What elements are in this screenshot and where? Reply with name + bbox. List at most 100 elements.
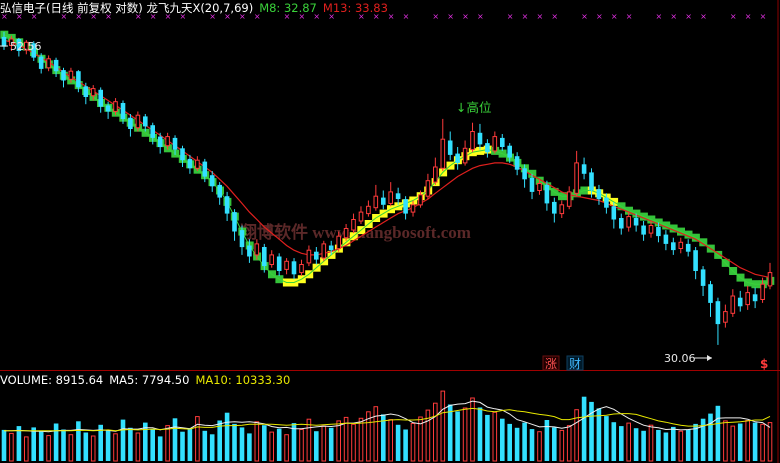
candle-body bbox=[351, 219, 356, 231]
volume-bar bbox=[247, 433, 252, 461]
candle-body bbox=[604, 197, 609, 208]
candle-body bbox=[529, 177, 535, 192]
volume-bar bbox=[83, 432, 89, 461]
candle-body bbox=[693, 250, 698, 271]
volume-bar bbox=[752, 422, 758, 461]
volume-bar bbox=[656, 429, 661, 461]
signal-marker: × bbox=[670, 12, 677, 21]
candle-body bbox=[358, 211, 364, 222]
volume-bar bbox=[485, 414, 490, 461]
volume-bar bbox=[224, 412, 230, 461]
volume-bar bbox=[209, 434, 215, 461]
volume-bar bbox=[522, 422, 527, 461]
candle-body bbox=[157, 136, 163, 147]
candle-body bbox=[447, 140, 453, 155]
volume-bar bbox=[604, 416, 609, 461]
volume-bar bbox=[150, 429, 155, 461]
candle-body bbox=[105, 105, 111, 112]
corner-dollar-icon: $ bbox=[760, 357, 768, 371]
volume-bar bbox=[120, 419, 126, 461]
candle-body bbox=[745, 292, 751, 306]
signal-marker: × bbox=[403, 12, 410, 21]
candle-body bbox=[128, 117, 133, 129]
candle-body bbox=[626, 216, 632, 228]
candle-body bbox=[462, 147, 468, 164]
candle-body bbox=[239, 230, 245, 248]
volume-bar bbox=[611, 422, 617, 461]
candle-body bbox=[343, 228, 349, 239]
signal-marker: × bbox=[596, 12, 603, 21]
candle-body bbox=[514, 156, 520, 170]
volume-bar bbox=[105, 430, 111, 461]
candle-body bbox=[440, 138, 446, 169]
volume-bar bbox=[1, 429, 7, 461]
candle-body bbox=[552, 201, 557, 214]
candle-body bbox=[715, 301, 721, 325]
volume-bar bbox=[76, 421, 81, 461]
candle-body bbox=[574, 162, 579, 194]
candle-body bbox=[143, 116, 148, 127]
candle-body bbox=[403, 199, 408, 214]
volume-bar bbox=[619, 426, 624, 461]
candle-body bbox=[685, 243, 691, 252]
candle-body bbox=[232, 212, 237, 232]
candle-body bbox=[455, 153, 460, 163]
candle-body bbox=[559, 204, 565, 215]
volume-header: VOLUME: 8915.64 MA5: 7794.50 MA10: 10333.3… bbox=[0, 372, 296, 388]
candle-body bbox=[410, 204, 416, 213]
candle-body bbox=[500, 137, 505, 147]
candle-body bbox=[38, 56, 44, 69]
high-price-label: 52.56 bbox=[10, 40, 42, 53]
candle-body bbox=[165, 136, 170, 147]
volume-bar bbox=[685, 429, 691, 461]
volume-bar bbox=[38, 431, 44, 461]
candle-body bbox=[388, 191, 393, 204]
volume-bar bbox=[53, 423, 59, 461]
volume-bar bbox=[552, 427, 557, 461]
volume-bar bbox=[447, 404, 453, 461]
candle-body bbox=[678, 241, 684, 250]
candle-body bbox=[760, 283, 765, 301]
candle-body bbox=[589, 172, 594, 191]
signal-marker: × bbox=[462, 12, 469, 21]
candle-body bbox=[381, 197, 386, 205]
volume-bar bbox=[633, 428, 639, 461]
signal-marker: × bbox=[432, 12, 439, 21]
signal-marker: × bbox=[685, 12, 692, 21]
candle-body bbox=[284, 260, 289, 270]
volume-bar bbox=[500, 418, 505, 461]
kline-chart[interactable]: × × × × × × × × × × × × × × × × × × × × × × × × × × × × × × × × × × × × × × × ×… bbox=[0, 0, 780, 463]
candle-body bbox=[566, 191, 572, 207]
volume-bar bbox=[507, 423, 512, 461]
volume-bar bbox=[314, 431, 319, 461]
candle-body bbox=[470, 131, 475, 151]
volume-bar bbox=[671, 426, 676, 461]
signal-marker: × bbox=[581, 12, 588, 21]
ma5-value: MA5: 7794.50 bbox=[109, 373, 190, 387]
low-price-label: 30.06 bbox=[664, 352, 696, 365]
volume-bar bbox=[663, 432, 669, 461]
candle-body bbox=[262, 247, 267, 267]
candle-body bbox=[202, 161, 208, 177]
candle-body bbox=[633, 218, 639, 226]
volume-bar bbox=[589, 401, 594, 461]
volume-bar bbox=[202, 430, 208, 461]
candle-body bbox=[544, 184, 550, 204]
volume-bar bbox=[715, 405, 721, 461]
candle-body bbox=[619, 218, 624, 229]
cai-badge-text: 财 bbox=[569, 357, 581, 371]
signal-marker: × bbox=[655, 12, 662, 21]
volume-bar bbox=[641, 430, 646, 461]
candle-body bbox=[98, 89, 103, 107]
candle-body bbox=[700, 269, 706, 286]
volume-bar bbox=[31, 427, 36, 461]
candle-body bbox=[433, 166, 438, 183]
candle-body bbox=[596, 189, 602, 200]
candle-body bbox=[120, 103, 126, 119]
candle-body bbox=[76, 71, 81, 88]
candle-body bbox=[306, 249, 312, 264]
candle-body bbox=[648, 225, 654, 234]
candle-body bbox=[425, 180, 431, 197]
candle-body bbox=[113, 101, 118, 112]
volume-value: VOLUME: 8915.64 bbox=[0, 373, 104, 387]
